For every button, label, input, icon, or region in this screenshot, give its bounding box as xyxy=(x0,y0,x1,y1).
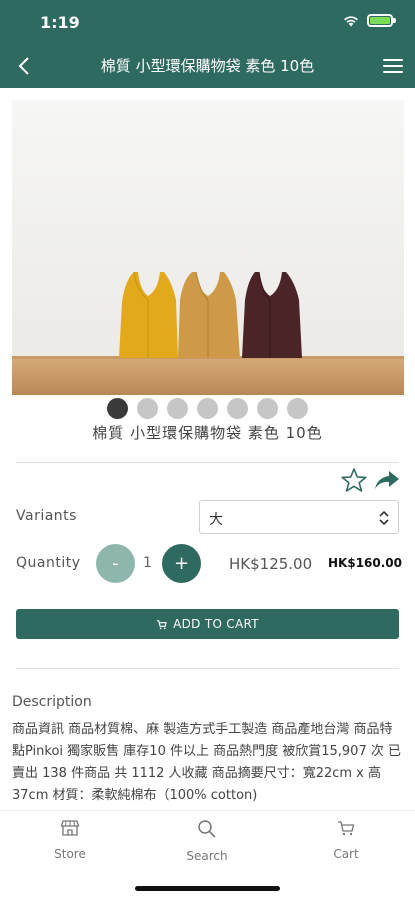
product-image[interactable] xyxy=(12,100,404,395)
carousel-dot[interactable] xyxy=(257,398,278,419)
status-bar: 1:19 xyxy=(0,0,415,44)
quantity-decrease-button[interactable]: - xyxy=(96,544,135,583)
chevron-left-icon xyxy=(18,57,29,75)
variant-selected-value: 大 xyxy=(209,512,223,528)
store-icon xyxy=(60,820,80,836)
search-icon xyxy=(198,820,216,838)
select-arrows-icon xyxy=(379,510,389,526)
carousel-dot[interactable] xyxy=(107,398,128,419)
tab-store[interactable]: Store xyxy=(30,819,110,861)
quantity-increase-button[interactable]: + xyxy=(162,544,201,583)
tab-cart-label: Cart xyxy=(333,847,359,861)
menu-button[interactable] xyxy=(379,52,407,80)
favorite-button[interactable] xyxy=(340,467,368,493)
cart-icon xyxy=(338,821,355,836)
home-indicator xyxy=(135,886,280,891)
share-button[interactable] xyxy=(374,468,400,492)
carousel-dot[interactable] xyxy=(137,398,158,419)
tab-search-label: Search xyxy=(186,849,228,863)
status-time: 1:19 xyxy=(40,13,80,32)
quantity-label: Quantity xyxy=(16,555,81,571)
battery-icon xyxy=(367,14,396,27)
variant-select[interactable]: 大 xyxy=(199,500,399,534)
tab-store-label: Store xyxy=(54,847,86,861)
quantity-value: 1 xyxy=(143,555,152,571)
sale-price: HK$125.00 xyxy=(229,555,313,573)
add-to-cart-label: ADD TO CART xyxy=(173,617,259,631)
back-button[interactable] xyxy=(8,50,40,82)
original-price: HK$160.00 xyxy=(328,556,402,570)
description-title: Description xyxy=(12,694,92,710)
divider xyxy=(16,462,399,463)
carousel-dot[interactable] xyxy=(227,398,248,419)
cart-icon xyxy=(157,619,167,629)
description-body: 商品資訊 商品材質棉、麻 製造方式手工製造 商品產地台灣 商品特點Pinkoi … xyxy=(12,722,401,803)
tab-cart[interactable]: Cart xyxy=(306,819,386,861)
product-caption: 棉質 小型環保購物袋 素色 10色 xyxy=(92,424,323,442)
carousel-dot[interactable] xyxy=(167,398,188,419)
tab-search[interactable]: Search xyxy=(167,819,247,863)
status-icons xyxy=(343,14,396,27)
divider xyxy=(16,668,399,669)
wifi-icon xyxy=(344,15,358,26)
image-carousel-dots xyxy=(0,398,415,419)
share-arrow-icon xyxy=(375,471,399,489)
menu-icon-line xyxy=(383,59,403,61)
nav-bar: 棉質 小型環保購物袋 素色 10色 xyxy=(0,44,415,88)
menu-icon-line xyxy=(383,71,403,73)
variants-label: Variants xyxy=(16,508,77,524)
product-photo-illustration xyxy=(12,100,404,395)
menu-icon-line xyxy=(383,65,403,67)
star-icon xyxy=(341,468,367,492)
carousel-dot[interactable] xyxy=(287,398,308,419)
carousel-dot[interactable] xyxy=(197,398,218,419)
page-title: 棉質 小型環保購物袋 素色 10色 xyxy=(100,57,315,75)
add-to-cart-button[interactable]: ADD TO CART xyxy=(16,609,399,639)
